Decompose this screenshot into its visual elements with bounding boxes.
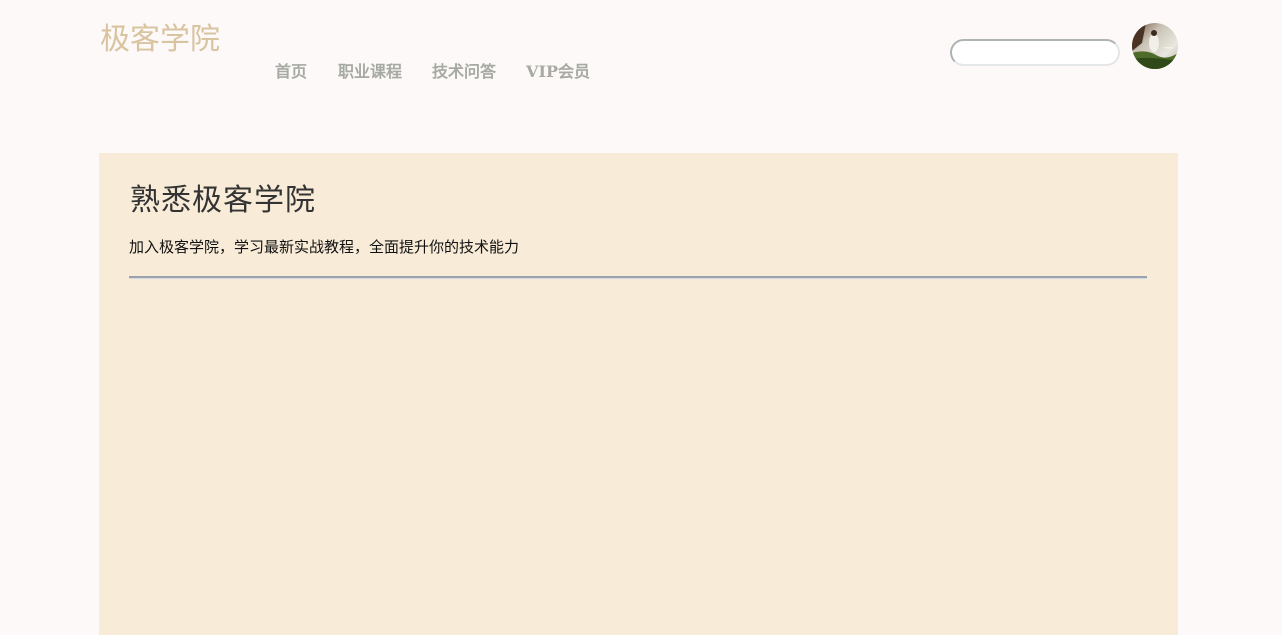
banner-description: 加入极客学院，学习最新实战教程，全面提升你的技术能力 — [129, 238, 520, 256]
avatar-photo-icon — [1132, 23, 1178, 69]
nav-link-courses[interactable]: 职业课程 — [338, 61, 402, 83]
user-avatar[interactable] — [1132, 23, 1178, 69]
site-logo[interactable]: 极客学院 — [100, 20, 220, 60]
nav-link-qa[interactable]: 技术问答 — [432, 61, 496, 83]
nav-link-vip[interactable]: VIP会员 — [526, 61, 590, 83]
banner-divider — [129, 276, 1147, 279]
banner-title: 熟悉极客学院 — [130, 183, 316, 218]
main-nav: 首页 职业课程 技术问答 VIP会员 — [275, 61, 590, 83]
page: 极客学院 首页 职业课程 技术问答 VIP会员 熟悉极客学院 加入极客学院，学习… — [0, 0, 1282, 635]
search-input[interactable] — [950, 39, 1120, 66]
intro-banner: 熟悉极客学院 加入极客学院，学习最新实战教程，全面提升你的技术能力 — [99, 153, 1178, 635]
nav-link-home[interactable]: 首页 — [275, 61, 307, 83]
